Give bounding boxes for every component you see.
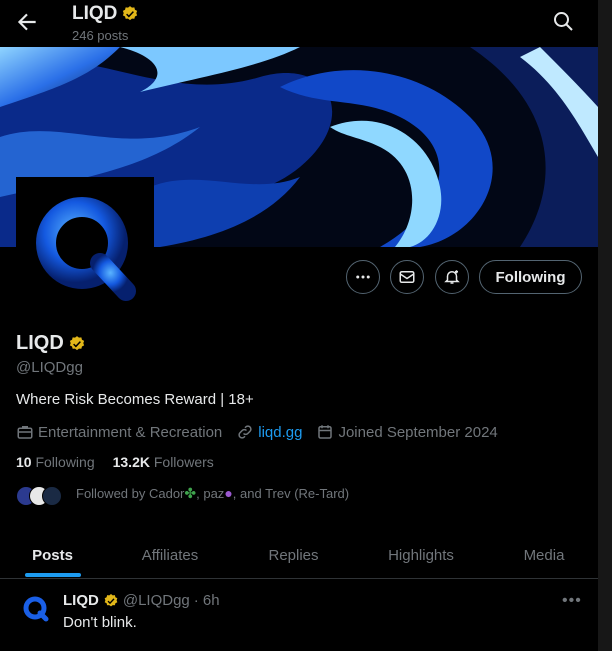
profile-name: LIQD [16,332,86,355]
tab-posts[interactable]: Posts [0,532,105,578]
following-count-label: Following [35,454,95,470]
profile-meta: Entertainment & Recreation liqd.gg Joine… [16,423,512,441]
more-options-button[interactable] [346,260,380,294]
tab-highlights[interactable]: Highlights [352,532,490,578]
followed-by-text[interactable]: Followed by Cador✤, paz●, and Trev (Re-T… [76,485,349,502]
profile-name-text: LIQD [16,332,64,354]
back-arrow-icon[interactable] [14,9,40,35]
following-count: 10 [16,454,32,470]
followers-count-label: Followers [153,454,214,470]
active-tab-indicator [25,573,81,577]
website-item[interactable]: liqd.gg [236,423,302,441]
briefcase-icon [17,426,33,439]
profile-avatar[interactable] [16,177,154,311]
link-icon [238,425,252,439]
post-more-icon[interactable]: ••• [562,592,582,610]
followers-count: 13.2K [112,454,150,470]
follower-avatar[interactable] [42,486,62,506]
clover-emoji-icon: ✤ [184,485,197,501]
calendar-icon [318,425,333,439]
more-icon [356,275,370,279]
header-title: LIQD [72,3,139,25]
followed-by-suffix: , and Trev (Re-Tard) [232,486,350,501]
profile-handle: @LIQDgg [16,359,83,376]
scrollbar[interactable] [598,0,612,651]
joined-item: Joined September 2024 [316,423,498,441]
following-count-link[interactable]: 10 Following [16,454,95,470]
follow-counts: 10 Following 13.2K Followers [16,454,214,470]
post-time[interactable]: · 6h [194,592,220,609]
header-title-text: LIQD [72,3,118,24]
website-link[interactable]: liqd.gg [258,424,302,441]
message-button[interactable] [390,260,424,294]
following-button[interactable]: Following [479,260,582,294]
verified-badge-icon [123,6,138,21]
mail-icon [399,271,415,283]
followed-by-mid: , paz [196,486,225,501]
tabs-divider [0,578,598,579]
verified-badge-icon [104,593,118,606]
search-icon[interactable] [551,9,577,35]
tab-replies[interactable]: Replies [235,532,352,578]
followers-count-link[interactable]: 13.2K Followers [113,454,214,470]
posts-count: 246 posts [72,28,129,43]
post-avatar[interactable] [19,592,53,626]
post-author[interactable]: LIQD [63,592,99,609]
verified-badge-icon [69,335,84,350]
category-item: Entertainment & Recreation [16,423,222,441]
post-handle[interactable]: @LIQDgg [123,592,190,609]
post-text: Don't blink. [63,614,137,631]
profile-bio: Where Risk Becomes Reward | 18+ [16,391,254,408]
notifications-button[interactable] [435,260,469,294]
devil-emoji-icon: ● [224,485,233,501]
category-label: Entertainment & Recreation [38,423,223,441]
post-header: LIQD @LIQDgg · 6h [63,592,220,609]
profile-tabs: Posts Affiliates Replies Highlights Medi… [0,532,598,578]
tab-affiliates[interactable]: Affiliates [105,532,235,578]
bell-plus-icon [444,270,460,284]
joined-label: Joined September 2024 [338,423,498,441]
followed-by-prefix: Followed by Cador [76,486,185,501]
tab-media[interactable]: Media [490,532,598,578]
